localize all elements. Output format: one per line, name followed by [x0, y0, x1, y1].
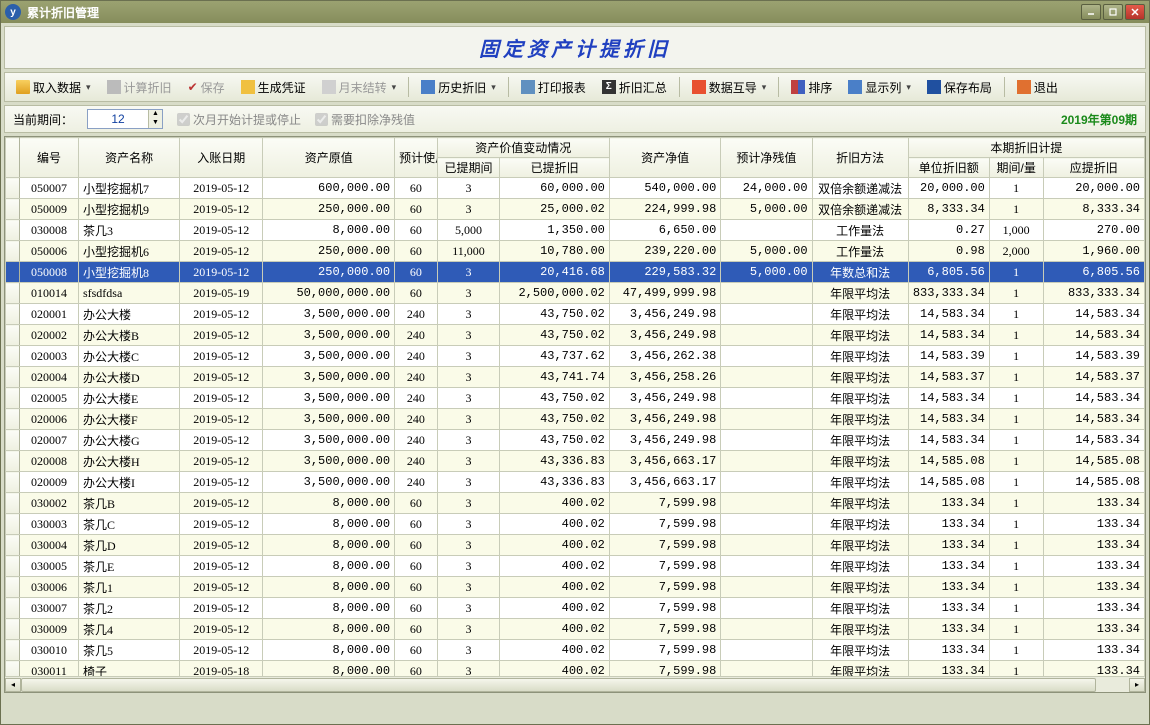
scroll-thumb[interactable] — [21, 678, 1096, 692]
table-row[interactable]: 030009茶几42019-05-12 8,000.00603400.02 7,… — [6, 619, 1145, 640]
month-end-button[interactable]: 月末结转 — [315, 75, 404, 100]
exit-button[interactable]: 退出 — [1010, 75, 1065, 100]
table-row[interactable]: 020008办公大楼H2019-05-12 3,500,000.00240343… — [6, 451, 1145, 472]
voucher-icon — [241, 80, 255, 94]
sort-button[interactable]: 排序 — [784, 75, 839, 100]
save-layout-button[interactable]: 保存布局 — [920, 75, 999, 100]
row-header-col — [6, 138, 20, 178]
col-life[interactable]: 预计使用期间 — [395, 138, 438, 178]
maximize-button[interactable] — [1103, 4, 1123, 20]
columns-icon — [848, 80, 862, 94]
banner-text: 固定资产计提折旧 — [479, 39, 671, 61]
page-banner: 固定资产计提折旧 — [4, 26, 1146, 69]
deduct-residual-checkbox[interactable]: 需要扣除净残值 — [315, 111, 415, 128]
spin-up[interactable]: ▲ — [149, 110, 162, 119]
table-row[interactable]: 010014sfsdfdsa2019-05-19 50,000,000.0060… — [6, 283, 1145, 304]
save-button[interactable]: ✔保存 — [181, 75, 232, 100]
table-row[interactable]: 030003茶几C2019-05-12 8,000.00603400.02 7,… — [6, 514, 1145, 535]
data-icon — [692, 80, 706, 94]
toolbar: 取入数据 计算折旧 ✔保存 生成凭证 月末结转 历史折旧 打印报表 Σ折旧汇总 … — [4, 72, 1146, 102]
scroll-left-button[interactable]: ◂ — [5, 678, 21, 692]
col-method[interactable]: 折旧方法 — [812, 138, 908, 178]
history-icon — [421, 80, 435, 94]
period-label: 当前期间： — [13, 111, 73, 128]
horizontal-scrollbar[interactable]: ◂ ▸ — [5, 676, 1145, 692]
col-no[interactable]: 编号 — [20, 138, 79, 178]
print-button[interactable]: 打印报表 — [514, 75, 593, 100]
table-row[interactable]: 020006办公大楼F2019-05-12 3,500,000.00240343… — [6, 409, 1145, 430]
table-row[interactable]: 020005办公大楼E2019-05-12 3,500,000.00240343… — [6, 388, 1145, 409]
period-input[interactable] — [88, 110, 148, 128]
table-row[interactable]: 050009小型挖掘机92019-05-12 250,000.0060325,0… — [6, 199, 1145, 220]
table-row[interactable]: 030002茶几B2019-05-12 8,000.00603400.02 7,… — [6, 493, 1145, 514]
titlebar: y 累计折旧管理 — [1, 1, 1149, 23]
col-orig[interactable]: 资产原值 — [263, 138, 395, 178]
table-row[interactable]: 050008小型挖掘机82019-05-12 250,000.0060320,4… — [6, 262, 1145, 283]
close-button[interactable] — [1125, 4, 1145, 20]
minimize-button[interactable] — [1081, 4, 1101, 20]
import-data-button[interactable]: 取入数据 — [9, 75, 98, 100]
col-change-group[interactable]: 资产价值变动情况 — [437, 138, 609, 158]
app-icon: y — [5, 4, 21, 20]
accounting-period: 2019年第09期 — [1061, 111, 1137, 128]
col-unit[interactable]: 单位折旧额 — [908, 158, 989, 178]
check-icon: ✔ — [188, 80, 198, 94]
print-icon — [521, 80, 535, 94]
table-row[interactable]: 050006小型挖掘机62019-05-12 250,000.006011,00… — [6, 241, 1145, 262]
month-icon — [322, 80, 336, 94]
table-row[interactable]: 020003办公大楼C2019-05-12 3,500,000.00240343… — [6, 346, 1145, 367]
table-row[interactable]: 030006茶几12019-05-12 8,000.00603400.02 7,… — [6, 577, 1145, 598]
separator — [408, 77, 409, 97]
folder-icon — [16, 80, 30, 94]
col-accrued-depr[interactable]: 已提折旧 — [500, 158, 609, 178]
table-row[interactable]: 020004办公大楼D2019-05-12 3,500,000.00240343… — [6, 367, 1145, 388]
scroll-right-button[interactable]: ▸ — [1129, 678, 1145, 692]
col-current-group[interactable]: 本期折旧计提 — [908, 138, 1144, 158]
table-row[interactable]: 030008茶几32019-05-12 8,000.00605,0001,350… — [6, 220, 1145, 241]
history-button[interactable]: 历史折旧 — [414, 75, 503, 100]
col-res[interactable]: 预计净残值 — [721, 138, 812, 178]
gen-voucher-button[interactable]: 生成凭证 — [234, 75, 313, 100]
col-name[interactable]: 资产名称 — [78, 138, 179, 178]
sigma-icon: Σ — [602, 80, 616, 94]
table-row[interactable]: 030007茶几22019-05-12 8,000.00603400.02 7,… — [6, 598, 1145, 619]
exit-icon — [1017, 80, 1031, 94]
table-row[interactable]: 030004茶几D2019-05-12 8,000.00603400.02 7,… — [6, 535, 1145, 556]
calc-depr-button[interactable]: 计算折旧 — [100, 75, 179, 100]
calc-icon — [107, 80, 121, 94]
period-spinner[interactable]: ▲▼ — [87, 109, 163, 129]
disk-icon — [927, 80, 941, 94]
next-month-checkbox[interactable]: 次月开始计提或停止 — [177, 111, 301, 128]
separator — [1004, 77, 1005, 97]
col-net[interactable]: 资产净值 — [609, 138, 720, 178]
table-row[interactable]: 030010茶几52019-05-12 8,000.00603400.02 7,… — [6, 640, 1145, 661]
data-io-button[interactable]: 数据互导 — [685, 75, 774, 100]
col-due[interactable]: 应提折旧 — [1043, 158, 1144, 178]
col-date[interactable]: 入账日期 — [180, 138, 263, 178]
window-title: 累计折旧管理 — [27, 4, 1081, 21]
spin-down[interactable]: ▼ — [149, 119, 162, 128]
table-row[interactable]: 020001办公大楼2019-05-12 3,500,000.00240343,… — [6, 304, 1145, 325]
table-row[interactable]: 020007办公大楼G2019-05-12 3,500,000.00240343… — [6, 430, 1145, 451]
table-row[interactable]: 020009办公大楼I2019-05-12 3,500,000.00240343… — [6, 472, 1145, 493]
data-grid[interactable]: 编号 资产名称 入账日期 资产原值 预计使用期间 资产价值变动情况 资产净值 预… — [4, 136, 1146, 693]
separator — [508, 77, 509, 97]
period-bar: 当前期间： ▲▼ 次月开始计提或停止 需要扣除净残值 2019年第09期 — [4, 105, 1146, 133]
table-row[interactable]: 020002办公大楼B2019-05-12 3,500,000.00240343… — [6, 325, 1145, 346]
table-row[interactable]: 030005茶几E2019-05-12 8,000.00603400.02 7,… — [6, 556, 1145, 577]
summary-button[interactable]: Σ折旧汇总 — [595, 75, 674, 100]
separator — [778, 77, 779, 97]
col-accrued-period[interactable]: 已提期间 — [437, 158, 500, 178]
col-qty[interactable]: 期间/量 — [989, 158, 1043, 178]
columns-button[interactable]: 显示列 — [841, 75, 918, 100]
table-row[interactable]: 050007小型挖掘机72019-05-12 600,000.0060360,0… — [6, 178, 1145, 199]
sort-icon — [791, 80, 805, 94]
separator — [679, 77, 680, 97]
